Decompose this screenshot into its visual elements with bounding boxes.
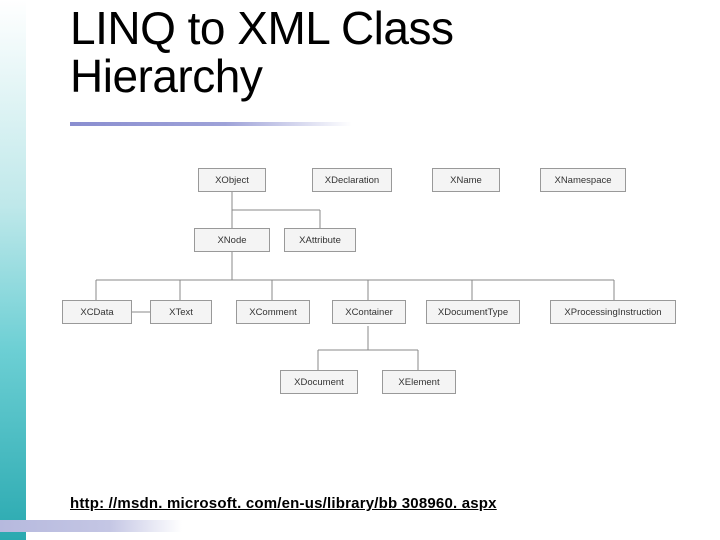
class-box-xname: XName [432, 168, 500, 192]
class-box-xnode: XNode [194, 228, 270, 252]
slide-title: LINQ to XML Class Hierarchy [70, 4, 630, 101]
class-box-xcontainer: XContainer [332, 300, 406, 324]
slide: LINQ to XML Class Hierarchy [0, 0, 720, 540]
class-box-xattribute: XAttribute [284, 228, 356, 252]
diagram-connectors [60, 150, 680, 440]
msdn-link[interactable]: http: //msdn. microsoft. com/en-us/libra… [70, 495, 497, 512]
class-box-xdocumenttype: XDocumentType [426, 300, 520, 324]
class-box-xtext: XText [150, 300, 212, 324]
side-accent [0, 0, 26, 540]
class-box-xcdata: XCData [62, 300, 132, 324]
class-hierarchy-diagram: XObject XDeclaration XName XNamespace XN… [60, 150, 680, 440]
class-box-xnamespace: XNamespace [540, 168, 626, 192]
class-box-xobject: XObject [198, 168, 266, 192]
footer-accent [0, 520, 182, 532]
title-underline [70, 122, 352, 126]
class-box-xprocessinginstruction: XProcessingInstruction [550, 300, 676, 324]
title-area: LINQ to XML Class Hierarchy [70, 4, 630, 101]
class-box-xdeclaration: XDeclaration [312, 168, 392, 192]
class-box-xelement: XElement [382, 370, 456, 394]
class-box-xcomment: XComment [236, 300, 310, 324]
class-box-xdocument: XDocument [280, 370, 358, 394]
